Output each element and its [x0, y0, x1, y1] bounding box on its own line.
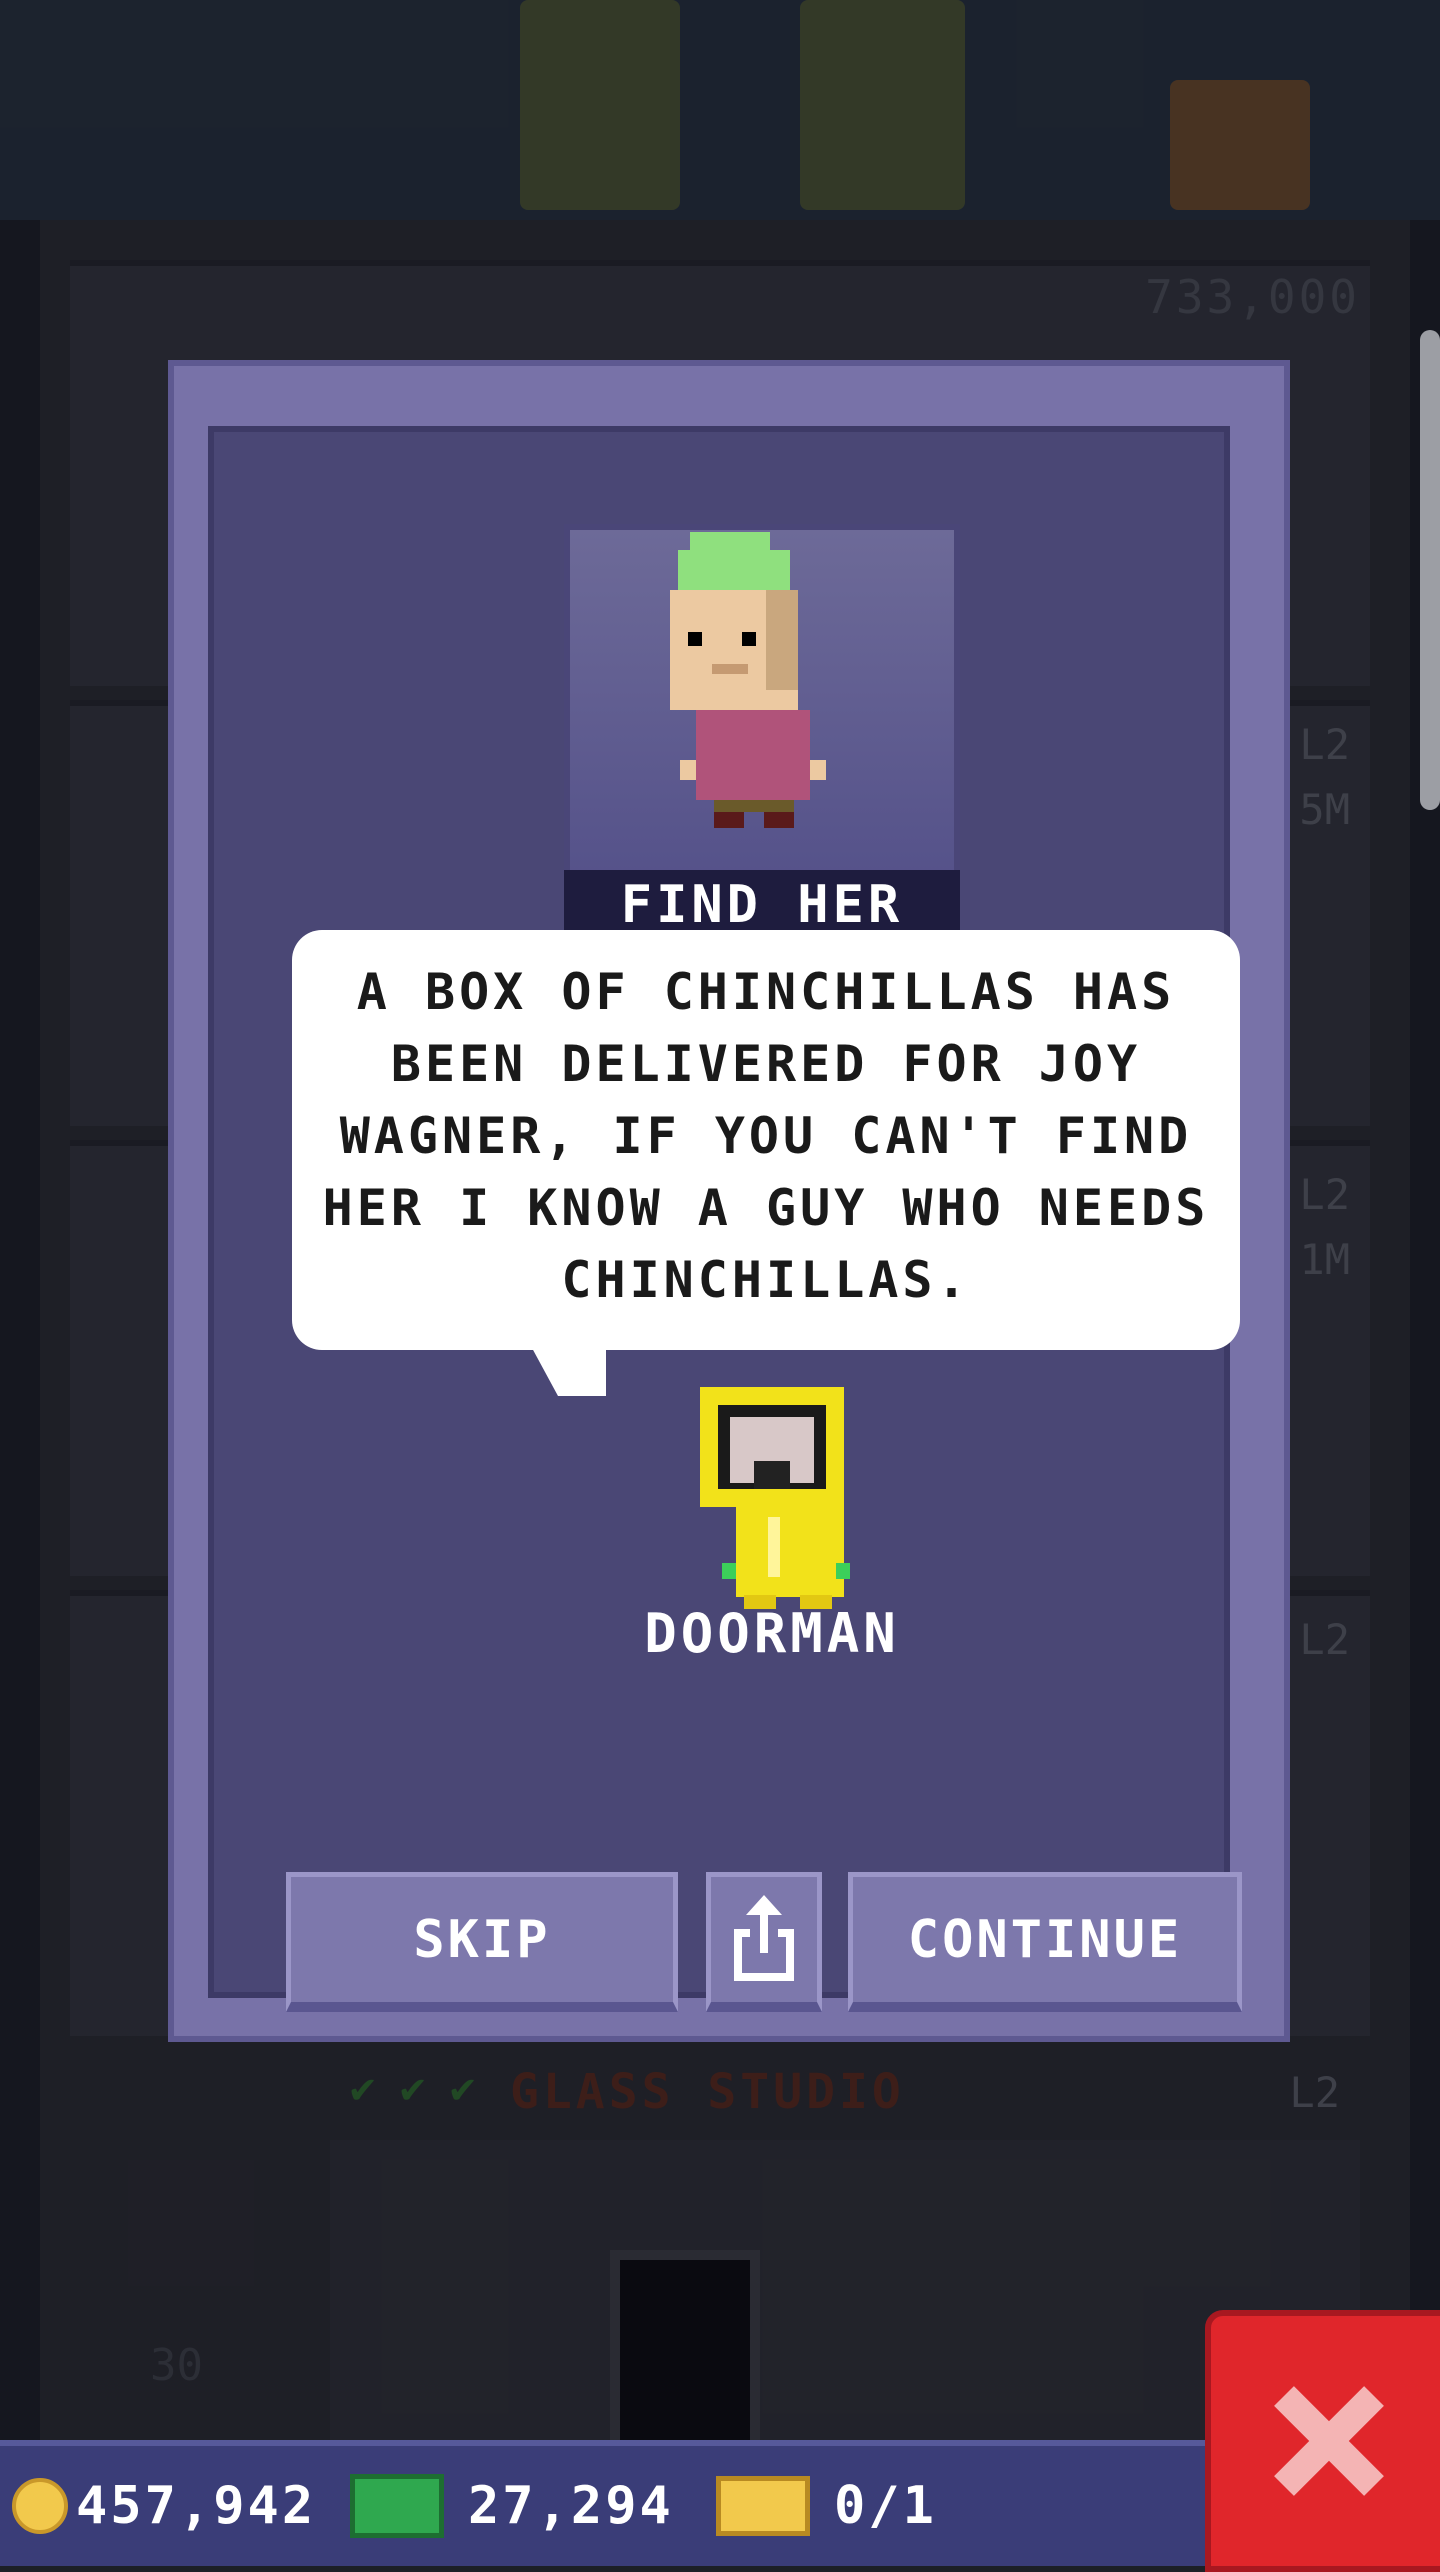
mission-dialog: FIND HER A BOX OF CHINCHILLAS HAS BEEN D… — [168, 360, 1290, 2042]
speech-bubble: A BOX OF CHINCHILLAS HAS BEEN DELIVERED … — [292, 930, 1240, 1350]
skip-button[interactable]: SKIP — [286, 1872, 678, 2012]
coin-icon — [12, 2478, 68, 2534]
bux-value: 27,294 — [468, 2476, 674, 2536]
coins-counter: 457,942 — [12, 2446, 316, 2566]
close-button[interactable] — [1205, 2310, 1440, 2572]
speaker-name: DOORMAN — [644, 1602, 900, 1665]
ticket-icon — [716, 2476, 810, 2536]
bitizen-sprite — [670, 532, 826, 828]
share-button[interactable] — [706, 1872, 822, 2012]
coins-value: 457,942 — [76, 2476, 317, 2536]
bux-icon — [350, 2474, 444, 2538]
tickets-value: 0/1 — [834, 2476, 937, 2536]
bux-counter: 27,294 — [350, 2446, 674, 2566]
mission-dialog-body: FIND HER A BOX OF CHINCHILLAS HAS BEEN D… — [208, 426, 1242, 2012]
speech-bubble-tail — [532, 1348, 606, 1396]
share-icon — [734, 1894, 794, 1981]
bitizen-portrait — [564, 524, 960, 876]
currency-bar: 457,942 27,294 0/1 — [0, 2440, 1210, 2566]
doorman-sprite — [700, 1387, 850, 1609]
tickets-counter: 0/1 — [716, 2446, 937, 2566]
continue-button[interactable]: CONTINUE — [848, 1872, 1242, 2012]
close-x-icon — [1273, 2386, 1384, 2496]
